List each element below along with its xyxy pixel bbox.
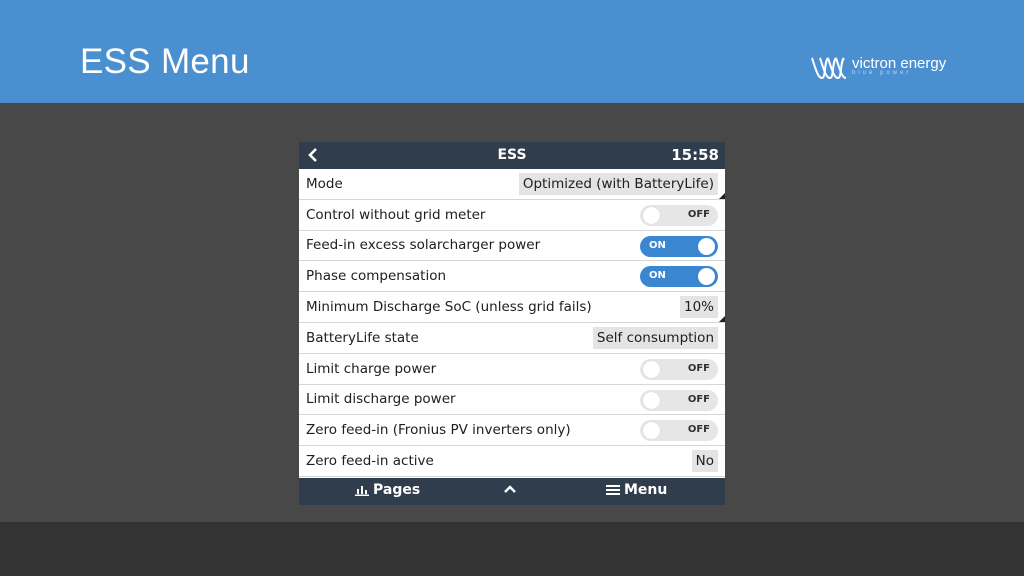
- row-zero-feed-in[interactable]: Zero feed-in (Fronius PV inverters only)…: [299, 415, 725, 447]
- toggle-knob: [698, 237, 715, 255]
- row-feed-in-excess[interactable]: Feed-in excess solarcharger power ON: [299, 231, 725, 262]
- row-label: Zero feed-in active: [306, 453, 434, 470]
- victron-logo-icon: [811, 57, 847, 80]
- toggle-state: OFF: [687, 393, 710, 405]
- slide-footer-band: [0, 522, 1024, 576]
- brand-logo: victron energy: [808, 52, 946, 82]
- toggle-knob: [643, 206, 660, 224]
- toggle-state: OFF: [687, 362, 710, 374]
- chevron-up-icon: [504, 485, 516, 493]
- row-label: Limit charge power: [306, 360, 437, 377]
- row-control-without-grid-meter[interactable]: Control without grid meter OFF: [299, 200, 725, 231]
- row-label: Limit discharge power: [306, 391, 456, 408]
- feed-in-excess-toggle[interactable]: ON: [640, 235, 718, 257]
- toggle-state: OFF: [687, 424, 710, 436]
- slide-title: ESS Menu: [80, 42, 250, 81]
- zero-feed-in-active-value: No: [691, 450, 718, 473]
- brand-tagline: blue power: [852, 70, 912, 76]
- toggle-state: ON: [649, 270, 666, 282]
- device-clock: 15:58: [671, 146, 719, 164]
- bar-chart-icon: [355, 486, 369, 496]
- row-limit-charge-power[interactable]: Limit charge power OFF: [299, 354, 725, 385]
- row-zero-feed-in-active: Zero feed-in active No: [299, 446, 725, 477]
- row-label: Mode: [306, 175, 343, 192]
- row-label: BatteryLife state: [306, 329, 419, 346]
- pages-button[interactable]: Pages: [355, 482, 420, 498]
- hamburger-icon: [606, 485, 620, 495]
- toggle-state: ON: [649, 239, 666, 251]
- row-label: Control without grid meter: [306, 206, 486, 223]
- toggle-knob: [643, 422, 660, 440]
- pages-label: Pages: [373, 482, 421, 498]
- phase-compensation-toggle[interactable]: ON: [640, 266, 718, 288]
- toggle-state: OFF: [687, 208, 710, 220]
- row-label: Phase compensation: [306, 268, 447, 285]
- edit-indicator-icon: [719, 315, 725, 322]
- row-mode[interactable]: Mode Optimized (with BatteryLife): [299, 169, 725, 200]
- row-phase-compensation[interactable]: Phase compensation ON: [299, 261, 725, 293]
- mode-value[interactable]: Optimized (with BatteryLife): [518, 173, 718, 195]
- row-minimum-discharge-soc[interactable]: Minimum Discharge SoC (unless grid fails…: [299, 292, 725, 323]
- limit-discharge-toggle[interactable]: OFF: [640, 389, 718, 411]
- toggle-knob: [643, 391, 660, 409]
- batterylife-state-value: Self consumption: [592, 326, 718, 349]
- ess-device-screen: ESS 15:58 Mode Optimized (with BatteryLi…: [299, 142, 725, 505]
- device-header: ESS 15:58: [299, 142, 725, 169]
- toggle-knob: [643, 360, 660, 378]
- menu-label: Menu: [624, 482, 668, 498]
- limit-charge-toggle[interactable]: OFF: [640, 358, 718, 380]
- menu-button[interactable]: Menu: [606, 482, 667, 498]
- toggle-knob: [698, 268, 715, 286]
- slide-header: ESS Menu victron energy blue power: [0, 0, 1024, 103]
- edit-indicator-icon: [719, 192, 725, 199]
- device-title: ESS: [497, 147, 527, 163]
- grid-meter-toggle[interactable]: OFF: [640, 204, 718, 226]
- row-batterylife-state[interactable]: BatteryLife state Self consumption: [299, 323, 725, 354]
- settings-list: Mode Optimized (with BatteryLife) Contro…: [299, 169, 725, 477]
- brand-name: victron energy: [852, 54, 947, 72]
- scroll-up-button[interactable]: [503, 484, 521, 494]
- min-soc-value[interactable]: 10%: [679, 296, 718, 319]
- row-label: Zero feed-in (Fronius PV inverters only): [306, 422, 571, 439]
- row-label: Feed-in excess solarcharger power: [306, 237, 541, 254]
- zero-feed-in-toggle[interactable]: OFF: [640, 420, 718, 442]
- row-label: Minimum Discharge SoC (unless grid fails…: [306, 299, 592, 316]
- row-limit-discharge-power[interactable]: Limit discharge power OFF: [299, 385, 725, 416]
- device-footer: Pages Menu: [299, 478, 725, 505]
